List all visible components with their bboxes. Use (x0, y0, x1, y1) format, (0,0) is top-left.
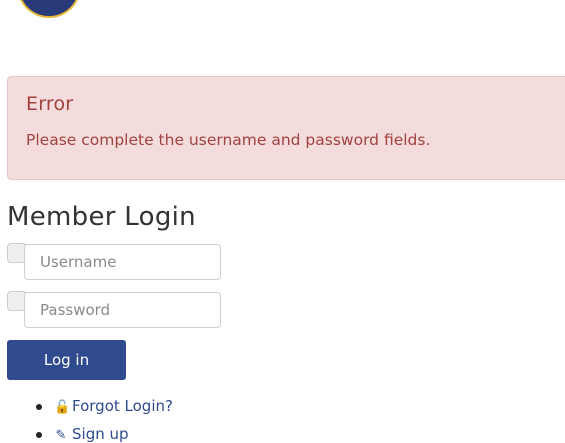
auth-links: 🔓 Forgot Login? ✎ Sign up (30, 393, 173, 443)
edit-icon: ✎ (55, 428, 67, 443)
error-alert: Error Please complete the username and p… (7, 76, 565, 180)
password-row (7, 291, 223, 329)
bullet (36, 431, 42, 438)
password-field[interactable] (24, 292, 221, 328)
site-logo[interactable] (17, 0, 81, 18)
forgot-login-label: Forgot Login? (72, 397, 173, 415)
list-item: ✎ Sign up (30, 421, 173, 443)
alert-message: Please complete the username and passwor… (26, 131, 431, 149)
page-title: Member Login (7, 202, 196, 232)
page: Error Please complete the username and p… (0, 0, 565, 443)
alert-title: Error (26, 93, 74, 115)
login-button[interactable]: Log in (7, 340, 126, 380)
bullet (36, 403, 42, 410)
sign-up-label: Sign up (72, 425, 129, 443)
username-row (7, 243, 223, 281)
username-field[interactable] (24, 244, 221, 280)
forgot-login-link[interactable]: 🔓 Forgot Login? (54, 397, 173, 415)
unlock-icon: 🔓 (54, 400, 71, 415)
sign-up-link[interactable]: ✎ Sign up (54, 425, 129, 443)
list-item: 🔓 Forgot Login? (30, 393, 173, 421)
